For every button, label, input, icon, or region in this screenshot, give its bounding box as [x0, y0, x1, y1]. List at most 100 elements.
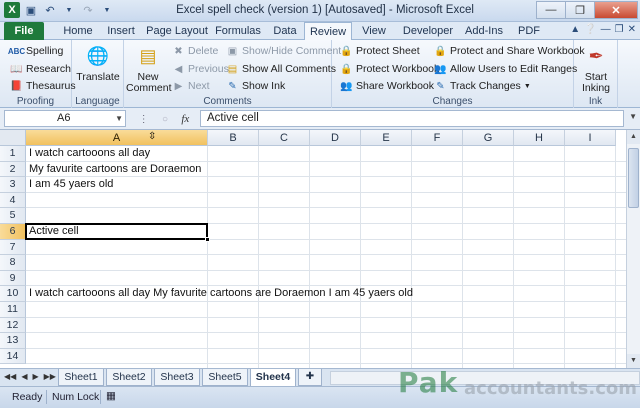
next-comment-button[interactable]: ▶ Next [172, 78, 210, 94]
active-cell-selection[interactable] [25, 223, 210, 242]
undo-dropdown-icon[interactable]: ▼ [61, 2, 77, 18]
minimize-button[interactable]: — [536, 1, 566, 19]
row-header-3[interactable]: 3 [0, 177, 26, 193]
tab-formulas[interactable]: Formulas [212, 22, 264, 40]
next-sheet-icon[interactable]: ▶ [32, 372, 38, 381]
row-header-8[interactable]: 8 [0, 255, 26, 271]
scroll-down-icon[interactable]: ▼ [627, 354, 640, 368]
thesaurus-button[interactable]: 📕 Thesaurus [10, 78, 75, 94]
row-header-1[interactable]: 1 [0, 146, 26, 162]
tab-add-ins[interactable]: Add-Ins [462, 22, 506, 40]
track-changes-button[interactable]: ✎ Track Changes ▼ [434, 78, 530, 94]
tab-review[interactable]: Review [304, 22, 352, 41]
row-header-9[interactable]: 9 [0, 270, 26, 287]
help-icon[interactable]: ❔ [584, 24, 596, 35]
sheet-tab-sheet4[interactable]: Sheet4 [250, 369, 296, 387]
fill-handle[interactable] [205, 236, 210, 242]
show-all-comments-button[interactable]: ▤ Show All Comments [226, 61, 336, 77]
save-icon[interactable]: ▣ [23, 2, 39, 18]
formula-cancel-icon[interactable]: ○ [162, 114, 168, 125]
row-header-5[interactable]: 5 [0, 208, 26, 224]
scroll-up-icon[interactable]: ▲ [627, 130, 640, 144]
restore-button[interactable]: ❐ [565, 1, 595, 19]
column-header-h[interactable]: H [514, 130, 565, 146]
sheet-tab-sheet3[interactable]: Sheet3 [154, 369, 200, 386]
protect-share-workbook-button[interactable]: 🔒 Protect and Share Workbook [434, 43, 584, 59]
column-header-f[interactable]: F [412, 130, 463, 146]
protect-sheet-button[interactable]: 🔒 Protect Sheet [340, 43, 419, 59]
row-header-11[interactable]: 11 [0, 302, 26, 318]
name-box[interactable]: A6 ▼ [4, 110, 126, 127]
cell-a1[interactable]: I watch cartooons all day [26, 146, 150, 161]
sheet-tab-sheet2[interactable]: Sheet2 [106, 369, 152, 386]
tab-page-layout[interactable]: Page Layout [146, 22, 208, 40]
last-sheet-icon[interactable]: ▶▶ [44, 372, 56, 381]
insert-sheet-icon[interactable]: ✚ [298, 369, 322, 386]
row-header-7[interactable]: 7 [0, 239, 26, 256]
row-header-12[interactable]: 12 [0, 317, 26, 334]
previous-comment-button[interactable]: ◀ Previous [172, 61, 229, 77]
prev-sheet-icon[interactable]: ◀ [21, 372, 27, 381]
delete-comment-button[interactable]: ✖ Delete [172, 43, 218, 59]
row-header-14[interactable]: 14 [0, 348, 26, 365]
spelling-button[interactable]: ABC Spelling [8, 43, 64, 59]
vertical-scroll-thumb[interactable] [628, 148, 639, 208]
cell-a2[interactable]: My favurite cartoons are Doraemon [26, 162, 201, 177]
column-header-b[interactable]: B [208, 130, 259, 146]
column-header-a[interactable]: A [26, 130, 208, 146]
name-box-dropdown-icon[interactable]: ▼ [115, 111, 123, 126]
expand-formula-bar-icon[interactable]: ▼ [629, 112, 637, 121]
tab-developer[interactable]: Developer [398, 22, 458, 40]
sheet-tab-sheet5[interactable]: Sheet5 [202, 369, 248, 386]
redo-icon[interactable]: ↷ [80, 2, 96, 18]
excel-logo-icon[interactable]: X [4, 2, 20, 18]
close-button[interactable]: ✕ [594, 1, 638, 19]
column-header-d[interactable]: D [310, 130, 361, 146]
tab-view[interactable]: View [356, 22, 392, 40]
workbook-close-icon[interactable]: ✕ [628, 24, 636, 35]
tab-file[interactable]: File [4, 22, 44, 40]
select-all-corner[interactable] [0, 130, 26, 146]
grid-line [26, 363, 626, 365]
tab-insert[interactable]: Insert [100, 22, 142, 40]
first-sheet-icon[interactable]: ◀◀ [4, 372, 16, 381]
workbook-restore-icon[interactable]: ❐ [615, 24, 624, 35]
undo-icon[interactable]: ↶ [42, 2, 58, 18]
row-header-10[interactable]: 10 [0, 286, 26, 302]
column-header-c[interactable]: C [259, 130, 310, 146]
translate-button[interactable]: 🌐 Translate [76, 42, 120, 83]
row-header-4[interactable]: 4 [0, 192, 26, 209]
allow-users-edit-ranges-button[interactable]: 👥 Allow Users to Edit Ranges [434, 61, 577, 77]
cell-a3[interactable]: I am 45 yaers old [26, 177, 113, 192]
cell-a10[interactable]: I watch cartooons all day My favurite ca… [26, 286, 413, 301]
row-header-13[interactable]: 13 [0, 333, 26, 349]
pen-icon: ✒ [588, 45, 604, 66]
worksheet-grid[interactable]: A B C D E F G H I 1 2 3 4 5 6 7 8 9 10 11 12 13 14 I watch cart… [0, 130, 640, 368]
macro-recording-icon[interactable]: ▦ [106, 390, 116, 402]
show-hide-comment-button[interactable]: ▣ Show/Hide Comment [226, 43, 341, 59]
vertical-scrollbar[interactable]: ▲ ▼ [626, 130, 640, 368]
row-header-2[interactable]: 2 [0, 161, 26, 178]
workbook-minimize-icon[interactable]: — [601, 24, 611, 35]
column-header-e[interactable]: E [361, 130, 412, 146]
new-comment-button[interactable]: ▤ New Comment [126, 42, 172, 94]
protect-workbook-button[interactable]: 🔒 Protect Workbook [340, 61, 439, 77]
tab-home[interactable]: Home [58, 22, 98, 40]
sheet-tab-sheet1[interactable]: Sheet1 [58, 369, 104, 386]
share-workbook-button[interactable]: 👥 Share Workbook [340, 78, 434, 94]
column-header-i[interactable]: I [565, 130, 616, 146]
column-header-g[interactable]: G [463, 130, 514, 146]
grid-line [26, 269, 626, 271]
minimize-ribbon-icon[interactable]: ▲ [570, 24, 580, 35]
research-button[interactable]: 📖 Research [10, 61, 71, 77]
title-bar: X ▣ ↶ ▼ ↷ ▼ Excel spell check (version 1… [0, 0, 640, 22]
show-ink-button[interactable]: ✎ Show Ink [226, 78, 285, 94]
customize-qat-icon[interactable]: ▼ [99, 2, 115, 18]
tab-data[interactable]: Data [268, 22, 302, 40]
row-header-6[interactable]: 6 [0, 224, 26, 240]
formula-input[interactable]: Active cell [200, 110, 624, 127]
insert-function-icon[interactable]: fx [181, 113, 189, 125]
tab-pdf[interactable]: PDF [512, 22, 546, 40]
grid-line [411, 146, 412, 368]
start-inking-button[interactable]: ✒ Start Inking [576, 42, 616, 94]
